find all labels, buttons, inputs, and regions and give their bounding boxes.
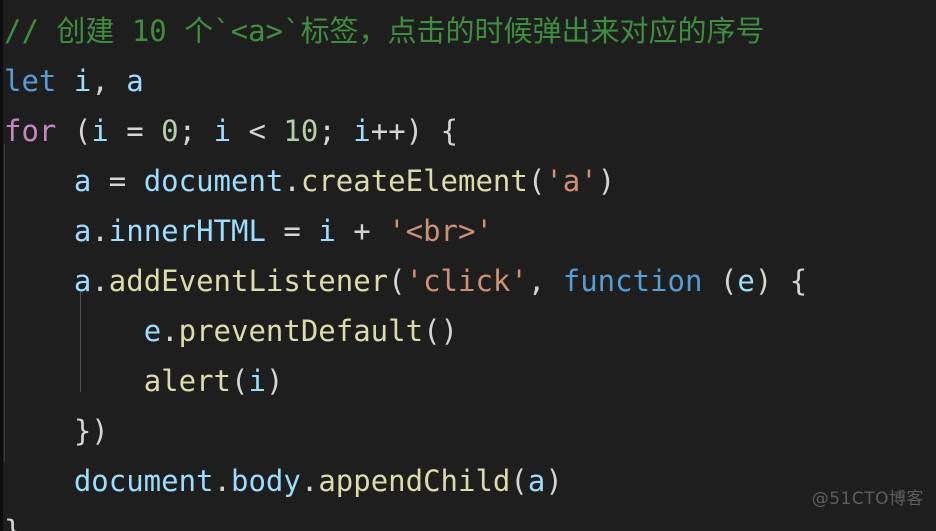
token-func: addEventListener (108, 264, 389, 298)
code-line[interactable]: alert(i) (0, 356, 936, 406)
token-func: alert (143, 364, 231, 398)
code-editor: // 创建 10 个`<a>`标签，点击的时候弹出来对应的序号 let i, af… (0, 0, 936, 531)
token-punct: . (283, 164, 301, 198)
token-punct: } (4, 514, 22, 531)
token-punct: . (161, 314, 179, 348)
token-var: e (143, 314, 162, 348)
token-var: e (737, 264, 755, 298)
token-punct: , (91, 64, 109, 98)
token-punct: ; (318, 114, 354, 148)
token-var: i (318, 214, 336, 248)
token-punct: ( (231, 364, 249, 398)
token-punct: . (300, 464, 319, 498)
token-comment: // 创建 10 个`<a>`标签，点击的时候弹出来对应的序号 (4, 14, 765, 48)
token-op: + (335, 214, 389, 248)
token-punct: ( (56, 114, 92, 148)
token-var: i (91, 114, 109, 148)
token-op: < (231, 114, 284, 148)
token-string: 'click' (405, 264, 528, 298)
token-var: document (143, 164, 284, 198)
code-line[interactable]: e.preventDefault() (0, 306, 936, 356)
token-punct: , (527, 264, 563, 298)
token-func: createElement (300, 164, 528, 198)
token-punct: }) (4, 414, 109, 448)
token-punct (4, 464, 74, 498)
token-punct (4, 364, 144, 398)
token-punct: ) { (754, 264, 808, 298)
token-punct: ( (527, 164, 546, 198)
token-punct (4, 314, 144, 348)
token-punct: ) (597, 164, 616, 198)
token-punct: () (423, 314, 458, 348)
token-var: a (73, 164, 92, 198)
token-var: a (73, 214, 92, 248)
token-op: = (108, 114, 162, 148)
token-var: i (213, 114, 232, 148)
code-line[interactable]: } (0, 506, 936, 531)
token-var: a (527, 464, 546, 498)
token-string: 'a' (545, 164, 598, 198)
token-func: appendChild (318, 464, 511, 498)
token-punct: ) (545, 464, 563, 498)
token-var: innerHTML (108, 214, 266, 248)
token-keyword: function (562, 264, 703, 298)
token-punct: ( (388, 264, 406, 298)
token-punct: . (91, 264, 109, 298)
token-var: i (353, 114, 371, 148)
code-line[interactable]: let i, a (0, 56, 936, 106)
code-line[interactable]: document.body.appendChild(a) (0, 456, 936, 506)
token-punct: . (91, 214, 109, 248)
token-var: i (73, 64, 92, 98)
token-op: = (91, 164, 144, 198)
code-line[interactable]: }) (0, 406, 936, 456)
token-control: for (4, 114, 57, 148)
token-punct (4, 164, 74, 198)
token-punct: ( (702, 264, 738, 298)
token-var: body (231, 464, 301, 498)
code-line[interactable]: for (i = 0; i < 10; i++) { (0, 106, 936, 156)
token-punct: ( (510, 464, 528, 498)
token-number: 0 (161, 114, 179, 148)
code-content[interactable]: // 创建 10 个`<a>`标签，点击的时候弹出来对应的序号 let i, af… (0, 0, 936, 531)
token-punct (109, 64, 126, 98)
token-string: '<br>' (388, 214, 493, 248)
code-line[interactable]: a.innerHTML = i + '<br>' (0, 206, 936, 256)
token-var: a (126, 64, 144, 98)
token-var: a (73, 264, 92, 298)
token-number: 10 (283, 114, 319, 148)
token-punct (4, 214, 74, 248)
token-punct: ++) { (370, 114, 459, 148)
token-punct: ; (178, 114, 214, 148)
code-line[interactable]: a.addEventListener('click', function (e)… (0, 256, 936, 306)
token-var: document (73, 464, 214, 498)
token-op: = (265, 214, 319, 248)
token-punct: . (213, 464, 231, 498)
watermark: @51CTO博客 (811, 489, 924, 509)
code-line[interactable]: a = document.createElement('a') (0, 156, 936, 206)
token-keyword: let (4, 64, 57, 98)
token-punct (56, 64, 73, 98)
token-punct (4, 264, 74, 298)
token-func: preventDefault (178, 314, 424, 348)
token-var: i (248, 364, 266, 398)
token-punct: ) (265, 364, 284, 398)
code-line[interactable]: // 创建 10 个`<a>`标签，点击的时候弹出来对应的序号 (0, 6, 936, 56)
